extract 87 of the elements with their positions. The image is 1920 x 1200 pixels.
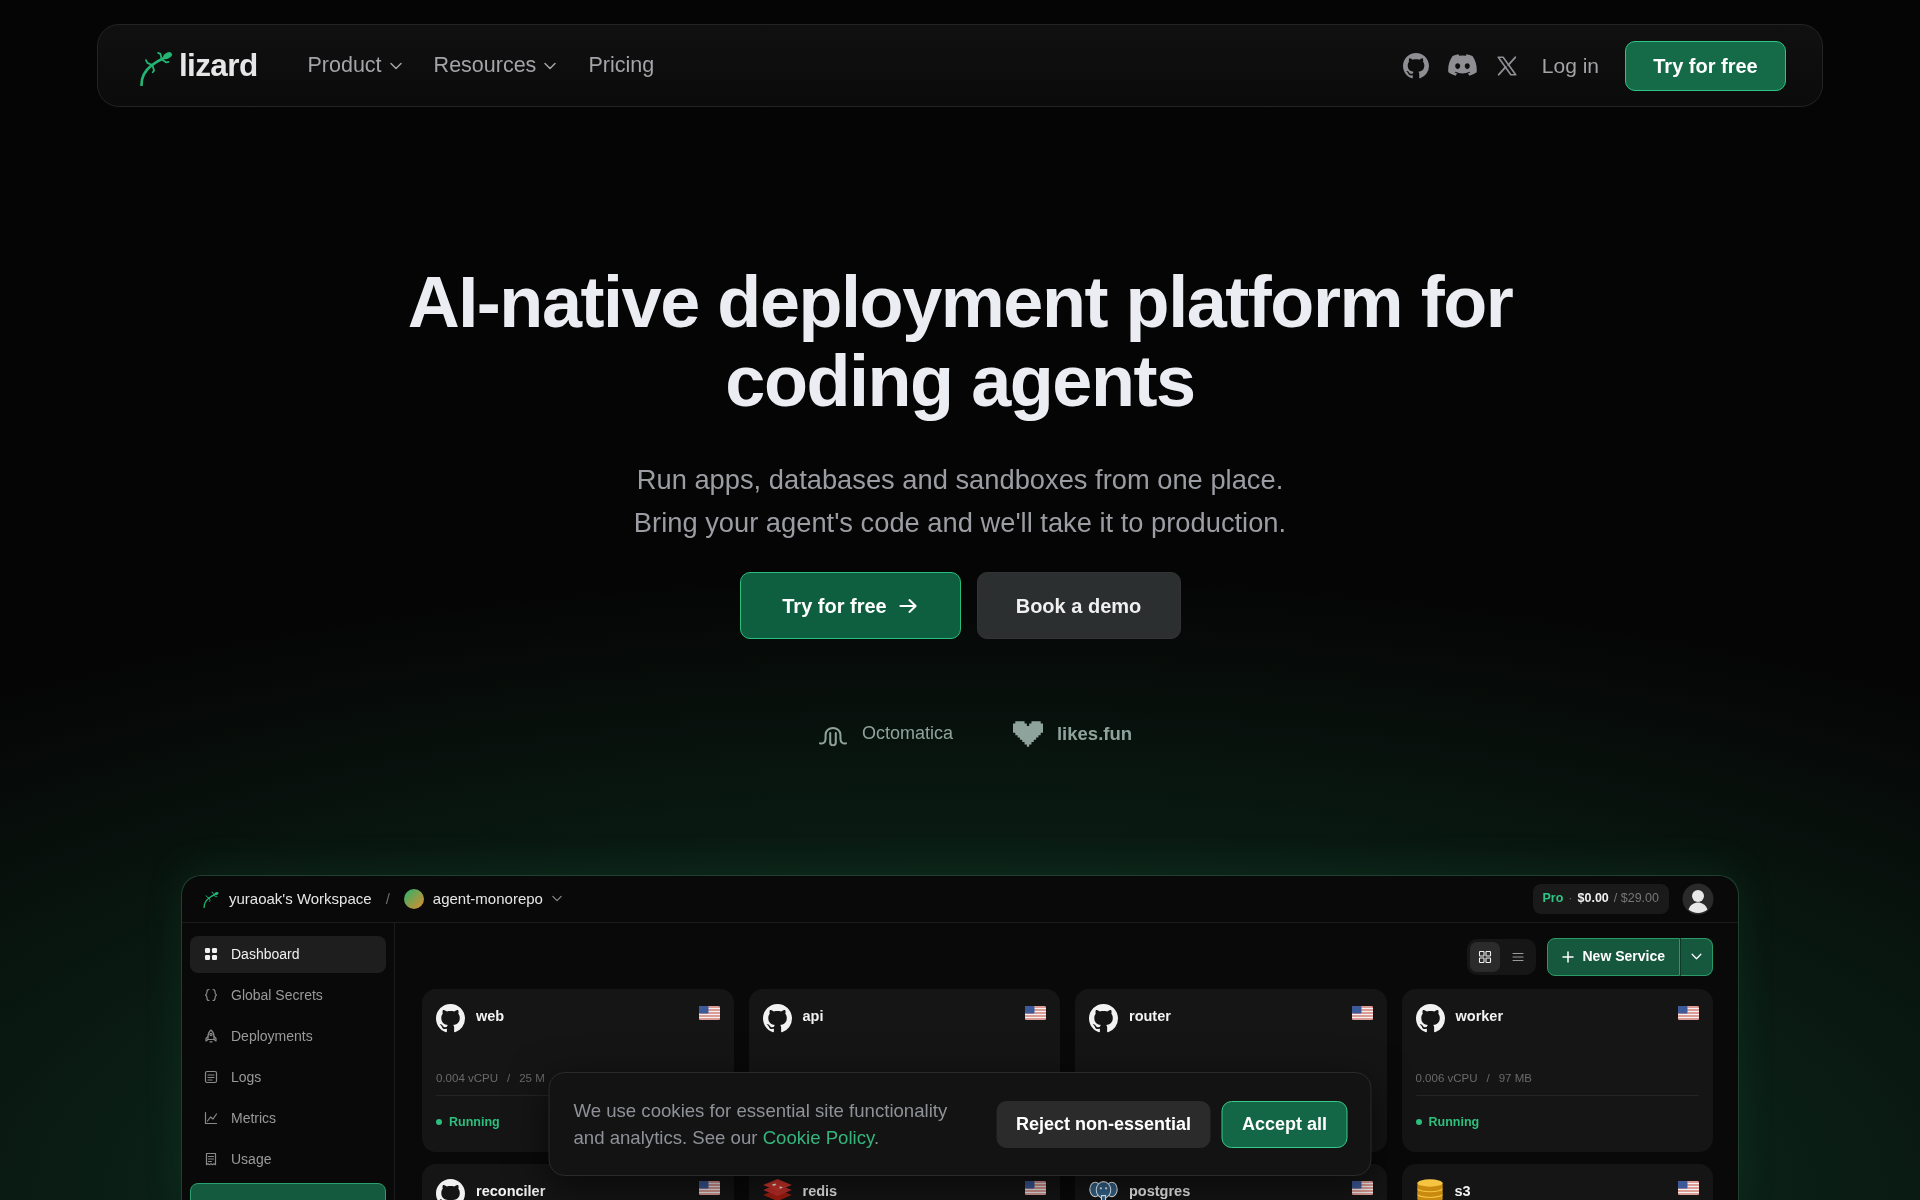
- brand-logo-link[interactable]: lizard: [137, 41, 258, 90]
- cpu-usage: 0.006 vCPU: [1415, 1070, 1478, 1085]
- sidebar-item[interactable]: Deployments: [190, 1017, 386, 1055]
- breadcrumb-separator: /: [385, 888, 390, 909]
- workspace-name[interactable]: yuraoak's Workspace: [229, 887, 372, 910]
- braces-icon: [204, 988, 218, 1003]
- document-lines-icon: [204, 1070, 218, 1085]
- elephant-icon: [1089, 1178, 1118, 1200]
- login-link[interactable]: Log in: [1541, 49, 1599, 82]
- plus-icon: [1561, 950, 1574, 963]
- service-name: redis: [802, 1183, 838, 1198]
- secondary-button[interactable]: Book a demo: [976, 572, 1181, 639]
- github-icon: [762, 1003, 792, 1033]
- chevron-down-icon: [389, 61, 402, 70]
- status-dot-icon: [436, 1119, 442, 1126]
- sidebar-item[interactable]: Global Secrets: [190, 976, 386, 1014]
- memory-usage: 97 MB: [1498, 1070, 1532, 1085]
- partner-logo-name: Octomatica: [861, 722, 953, 746]
- coin-stack-icon: [1415, 1178, 1444, 1200]
- status-label: Running: [1428, 1114, 1480, 1130]
- arrow-right-icon: [898, 597, 918, 614]
- nav-menu-link[interactable]: Pricing: [588, 49, 655, 82]
- us-flag-icon: [1678, 1005, 1699, 1020]
- new-service-button[interactable]: New Service: [1546, 937, 1680, 976]
- pixel-heart-icon: [1013, 720, 1043, 747]
- reject-cookies-button[interactable]: Reject non-essential: [996, 1100, 1211, 1148]
- service-name: postgres: [1129, 1183, 1191, 1198]
- status-label: Running: [449, 1114, 500, 1130]
- memory-usage: 25 M: [519, 1070, 545, 1085]
- project-selector[interactable]: agent-monorepo: [403, 887, 562, 910]
- primary-button[interactable]: Try for free: [739, 572, 961, 639]
- project-avatar-icon: [403, 888, 424, 909]
- x-logo-icon[interactable]: [1495, 54, 1518, 77]
- nav-menu-link[interactable]: Resources: [433, 49, 557, 82]
- github-icon: [1415, 1003, 1445, 1033]
- us-flag-icon: [1678, 1180, 1699, 1195]
- partner-logo-name: likes.fun: [1057, 722, 1133, 746]
- user-avatar-icon[interactable]: [1682, 882, 1714, 915]
- github-icon: [436, 1178, 465, 1200]
- accept-cookies-button[interactable]: Accept all: [1221, 1100, 1348, 1148]
- service-name: worker: [1455, 1008, 1504, 1023]
- hero-subtitle: Run apps, databases and sandboxes from one place. Bring your agent's code and we'll take it to production.: [632, 463, 1288, 540]
- sidebar-item[interactable]: Dashboard: [190, 935, 386, 973]
- plan-limit: / $29.00: [1613, 890, 1659, 908]
- service-name: reconciler: [476, 1183, 546, 1198]
- service-name: api: [802, 1008, 824, 1023]
- chevron-down-icon: [1691, 953, 1702, 961]
- sidebar-item[interactable]: Logs: [190, 1058, 386, 1096]
- service-card[interactable]: worker 0.006 vCPU / 97 MB Running: [1401, 988, 1713, 1152]
- github-icon[interactable]: [1402, 52, 1429, 79]
- chevron-down-icon: [551, 895, 562, 903]
- stacked-layers-icon: [762, 1178, 792, 1200]
- plan-separator: ·: [1568, 890, 1573, 908]
- github-icon: [436, 1003, 465, 1033]
- receipt-icon: [204, 1152, 218, 1167]
- service-name: router: [1129, 1008, 1171, 1023]
- rocket-icon: [204, 1029, 218, 1044]
- metric-separator: /: [507, 1070, 511, 1085]
- service-card[interactable]: s3: [1401, 1163, 1713, 1200]
- grid-icon: [1477, 949, 1492, 964]
- sidebar-item[interactable]: Usage: [190, 1140, 386, 1178]
- cookie-policy-link[interactable]: Cookie Policy: [762, 1127, 874, 1148]
- discord-icon[interactable]: [1447, 53, 1477, 78]
- service-name: s3: [1454, 1183, 1471, 1198]
- us-flag-icon: [1025, 1180, 1046, 1195]
- hero-heading: AI-native deployment platform for coding agents: [406, 263, 1514, 421]
- grid-icon: [204, 947, 218, 962]
- try-free-button[interactable]: Try for free: [1625, 40, 1786, 91]
- metric-separator: /: [1486, 1070, 1490, 1085]
- service-name: web: [476, 1008, 505, 1023]
- status-dot-icon: [1415, 1119, 1422, 1126]
- line-chart-icon: [204, 1111, 218, 1126]
- us-flag-icon: [698, 1180, 720, 1195]
- github-icon: [1089, 1003, 1118, 1033]
- cpu-usage: 0.004 vCPU: [436, 1070, 498, 1085]
- us-flag-icon: [698, 1005, 720, 1020]
- us-flag-icon: [1351, 1180, 1373, 1195]
- lizard-logo-icon: [202, 889, 219, 909]
- plan-spent: $0.00: [1577, 890, 1609, 908]
- nav-menu-link[interactable]: Product: [307, 49, 402, 82]
- chevron-down-icon: [544, 61, 557, 70]
- plan-name: Pro: [1542, 890, 1564, 908]
- us-flag-icon: [1025, 1005, 1046, 1020]
- new-service-menu-button[interactable]: [1680, 937, 1713, 976]
- us-flag-icon: [1351, 1005, 1373, 1020]
- grid-view-button[interactable]: [1469, 941, 1500, 972]
- sidebar-item[interactable]: Metrics: [190, 1099, 386, 1137]
